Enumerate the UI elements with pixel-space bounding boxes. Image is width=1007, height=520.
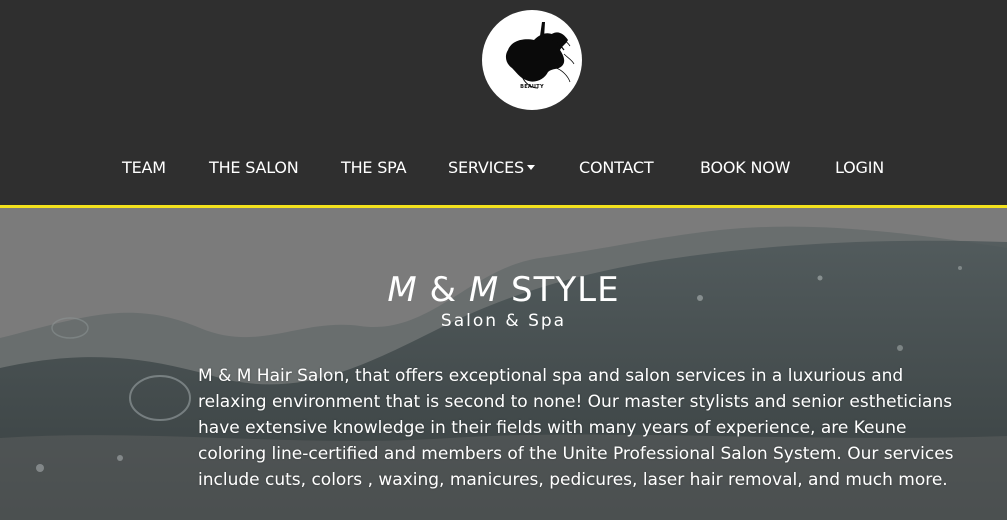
main-nav: TEAM THE SALON THE SPA SERVICES CONTACT …: [0, 158, 1007, 180]
page-title: M & M STYLE: [0, 270, 1007, 310]
hair-silhouette-logo-icon: [505, 22, 575, 89]
nav-item-the-salon[interactable]: THE SALON: [209, 158, 299, 180]
logo-text: BEAUTY: [520, 84, 544, 90]
hero-section: M & M STYLE Salon & Spa M & M Hair Salon…: [0, 208, 1007, 520]
nav-item-services[interactable]: SERVICES: [448, 158, 536, 180]
chevron-down-icon: [527, 165, 536, 170]
nav-item-services-label: SERVICES: [448, 158, 525, 177]
title-amp: &: [417, 270, 469, 310]
salon-logo[interactable]: BEAUTY: [482, 10, 582, 110]
page-subtitle: Salon & Spa: [440, 311, 567, 331]
nav-item-the-spa[interactable]: THE SPA: [341, 158, 407, 180]
title-part-1: M: [387, 270, 418, 310]
nav-item-book-now[interactable]: BOOK NOW: [700, 158, 790, 180]
nav-item-login[interactable]: LOGIN: [835, 158, 884, 180]
site-header: BEAUTY TEAM THE SALON THE SPA SERVICES C…: [0, 0, 1007, 205]
title-part-2: M: [468, 270, 500, 310]
intro-paragraph: M & M Hair Salon, that offers exceptiona…: [198, 366, 954, 490]
nav-item-contact[interactable]: CONTACT: [579, 158, 654, 180]
title-part-3: STYLE: [499, 270, 620, 310]
nav-item-team[interactable]: TEAM: [122, 158, 166, 180]
